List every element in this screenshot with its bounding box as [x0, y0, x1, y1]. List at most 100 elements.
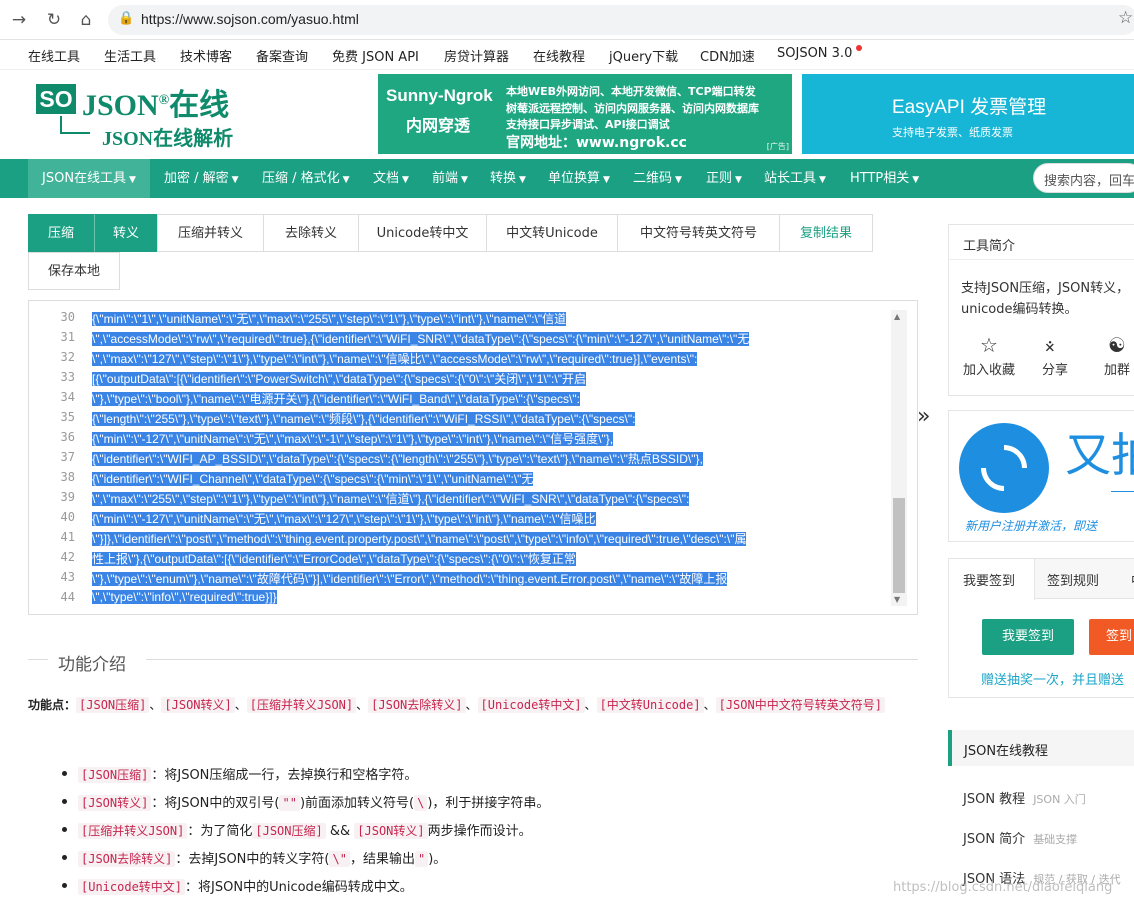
- code-line[interactable]: {\"identifier\":\"WIFI_Channel\",\"dataT…: [92, 470, 534, 488]
- code-line[interactable]: \"},\"type\":\"bool\"},\"name\":\"电源开关\"…: [92, 390, 580, 408]
- nav-encrypt[interactable]: 加密 / 解密 ▼: [164, 159, 239, 198]
- bullet-icon: [62, 827, 67, 832]
- nav-label: 前端: [432, 171, 459, 186]
- nav-compress-format[interactable]: 压缩 / 格式化 ▼: [262, 159, 350, 198]
- toplink-free-api[interactable]: 免费 JSON API: [332, 46, 419, 65]
- caret-down-icon: ▼: [675, 175, 682, 185]
- expand-chevrons-icon[interactable]: »: [917, 404, 930, 429]
- signin-reward-link[interactable]: 赠送抽奖一次，并且赠送: [981, 669, 1124, 688]
- editor-scrollbar[interactable]: ▲ ▼: [891, 310, 907, 606]
- code-line[interactable]: \",\"max\":\"255\",\"step\":\"1\"},\"typ…: [92, 490, 690, 508]
- nav-webmaster[interactable]: 站长工具 ▼: [764, 159, 826, 198]
- intro-section-header: 功能介绍: [28, 650, 918, 675]
- favorite-label[interactable]: 加入收藏: [963, 359, 1015, 378]
- upyun-ad[interactable]: 又拍 新用户注册并激活，即送: [948, 410, 1134, 542]
- nav-units[interactable]: 单位换算 ▼: [548, 159, 610, 198]
- feature-text: ：将JSON压缩成一行，去掉换行和空格字符。: [151, 768, 418, 783]
- code-line[interactable]: \",\"accessMode\":\"rw\",\"required\":tr…: [92, 330, 750, 348]
- scroll-down-arrow-icon[interactable]: ▼: [894, 595, 900, 604]
- line-number: 32: [60, 350, 75, 364]
- reload-icon[interactable]: ↻: [43, 9, 65, 31]
- escape-button[interactable]: 转义: [94, 214, 158, 252]
- toplink-tutorials[interactable]: 在线教程: [533, 46, 585, 65]
- tab-signin-label[interactable]: 我要签到: [963, 570, 1015, 589]
- tutorial-header: JSON在线教程: [948, 730, 1134, 766]
- scroll-up-arrow-icon[interactable]: ▲: [894, 312, 900, 321]
- bullet-icon: [62, 883, 67, 888]
- code-line[interactable]: 性上报\"},{\"outputData\":[{\"identifier\":…: [92, 550, 576, 568]
- chinese-to-unicode-button[interactable]: 中文转Unicode: [486, 214, 618, 252]
- toplink-icp-query[interactable]: 备案查询: [256, 46, 308, 65]
- tutorial-link[interactable]: JSON 简介 基础支撑: [963, 828, 1077, 847]
- feature-text: ：将JSON中的双引号(: [151, 796, 280, 811]
- code-line[interactable]: [{\"outputData\":[{\"identifier\":\"Powe…: [92, 370, 586, 388]
- save-local-button[interactable]: 保存本地: [28, 252, 120, 290]
- copy-result-button[interactable]: 复制结果: [779, 214, 873, 252]
- cn-punct-to-en-button[interactable]: 中文符号转英文符号: [617, 214, 780, 252]
- signin-button[interactable]: 我要签到: [982, 619, 1074, 655]
- scrollbar-thumb[interactable]: [893, 498, 905, 593]
- nav-label: 二维码: [633, 171, 673, 186]
- line-number: 37: [60, 450, 75, 464]
- easyapi-ad-banner[interactable]: EasyAPI 发票管理 支持电子发票、纸质发票: [802, 74, 1134, 154]
- code-line[interactable]: {\"min\":\"-127\",\"unitName\":\"无\",\"m…: [92, 510, 596, 528]
- compress-escape-button[interactable]: 压缩并转义: [157, 214, 264, 252]
- address-bar[interactable]: 🔒 https://www.sojson.com/yasuo.html: [108, 5, 1134, 35]
- code-line[interactable]: \"},\"type\":\"enum\"},\"name\":\"故障代码\"…: [92, 570, 728, 588]
- ad-tag: [广告]: [766, 142, 789, 151]
- toplink-online-tools[interactable]: 在线工具: [28, 46, 80, 65]
- share-label[interactable]: 分享: [1042, 359, 1068, 378]
- code-line[interactable]: \",\"max\":\"127\",\"step\":\"1\"},\"typ…: [92, 350, 698, 368]
- site-logo[interactable]: SO JSON®在线 JSON在线解析: [30, 78, 260, 150]
- tab-signin-rules[interactable]: 签到规则: [1047, 570, 1099, 589]
- code-line[interactable]: \"}]},\"identifier\":\"post\",\"method\"…: [92, 530, 747, 548]
- feature-item: [JSON压缩] ：将JSON压缩成一行，去掉换行和空格字符。: [62, 764, 418, 783]
- json-editor[interactable]: 30 31 32 33 34 35 36 37 38 39 40 41 42 43 44 {\"min\":…: [28, 300, 918, 615]
- code-line[interactable]: {\"min\":\"1\",\"unitName\":\"无\",\"max\…: [92, 310, 567, 328]
- back-arrow-icon[interactable]: →: [8, 9, 30, 31]
- feature-text: ：去掉JSON中的转义字符(: [175, 852, 330, 867]
- nav-http[interactable]: HTTP相关 ▼: [850, 159, 919, 198]
- caret-down-icon: ▼: [231, 175, 239, 185]
- site-search-input[interactable]: 搜索内容，回车: [1033, 163, 1134, 193]
- feature-point-code: [JSON中中文符号转英文符号]: [715, 697, 885, 713]
- nav-docs[interactable]: 文档 ▼: [373, 159, 409, 198]
- nav-convert[interactable]: 转换 ▼: [490, 159, 526, 198]
- selected-code-text: \"}]},\"identifier\":\"post\",\"method\"…: [92, 532, 747, 546]
- selected-code-text: \",\"accessMode\":\"rw\",\"required\":tr…: [92, 332, 750, 346]
- line-number: 38: [60, 470, 75, 484]
- bullet-icon: [62, 771, 67, 776]
- signin-button-secondary[interactable]: 签到: [1089, 619, 1134, 655]
- unescape-button[interactable]: 去除转义: [263, 214, 359, 252]
- code-line[interactable]: {\"length\":\"255\"},\"type\":\"text\"},…: [92, 410, 636, 428]
- nav-frontend[interactable]: 前端 ▼: [432, 159, 468, 198]
- unicode-to-chinese-button[interactable]: Unicode转中文: [358, 214, 487, 252]
- nav-json-tools[interactable]: JSON在线工具 ▼: [28, 159, 150, 198]
- divider: [28, 659, 48, 660]
- logo-so: SO: [36, 84, 76, 114]
- nav-regex[interactable]: 正则 ▼: [706, 159, 742, 198]
- qq-group-icon[interactable]: ☯: [1108, 333, 1126, 357]
- url-text[interactable]: https://www.sojson.com/yasuo.html: [141, 11, 359, 27]
- toplink-sojson3[interactable]: SOJSON 3.0: [777, 46, 852, 61]
- home-icon[interactable]: ⌂: [75, 9, 97, 31]
- join-group-label[interactable]: 加群: [1104, 359, 1130, 378]
- tool-intro-text: unicode编码转换。: [961, 302, 1078, 317]
- nav-qrcode[interactable]: 二维码 ▼: [633, 159, 682, 198]
- feature-item: [JSON转义] ：将JSON中的双引号("")前面添加转义符号(\)，利于拼接字…: [62, 792, 549, 811]
- logo-subtitle: JSON在线解析: [102, 128, 234, 150]
- compress-button[interactable]: 压缩: [28, 214, 94, 252]
- code-line[interactable]: \",\"type\":\"info\",\"required\":true}]…: [92, 590, 277, 608]
- toplink-jquery[interactable]: jQuery下载: [609, 46, 678, 65]
- bookmark-star-icon[interactable]: ☆: [1118, 8, 1133, 28]
- ngrok-ad-banner[interactable]: Sunny-Ngrok 内网穿透 本地WEB外网访问、本地开发微信、TCP端口转…: [378, 74, 792, 154]
- code-line[interactable]: {\"identifier\":\"WIFI_AP_BSSID\",\"data…: [92, 450, 703, 468]
- toplink-tech-blog[interactable]: 技术博客: [180, 46, 232, 65]
- toplink-mortgage[interactable]: 房贷计算器: [444, 46, 509, 65]
- tutorial-link[interactable]: JSON 教程 JSON 入门: [963, 788, 1086, 807]
- share-icon[interactable]: ⨰: [1044, 333, 1056, 357]
- star-icon[interactable]: ☆: [980, 333, 998, 357]
- toplink-cdn[interactable]: CDN加速: [700, 46, 755, 65]
- code-line[interactable]: {\"min\":\"-127\",\"unitName\":\"无\",\"m…: [92, 430, 614, 448]
- toplink-life-tools[interactable]: 生活工具: [104, 46, 156, 65]
